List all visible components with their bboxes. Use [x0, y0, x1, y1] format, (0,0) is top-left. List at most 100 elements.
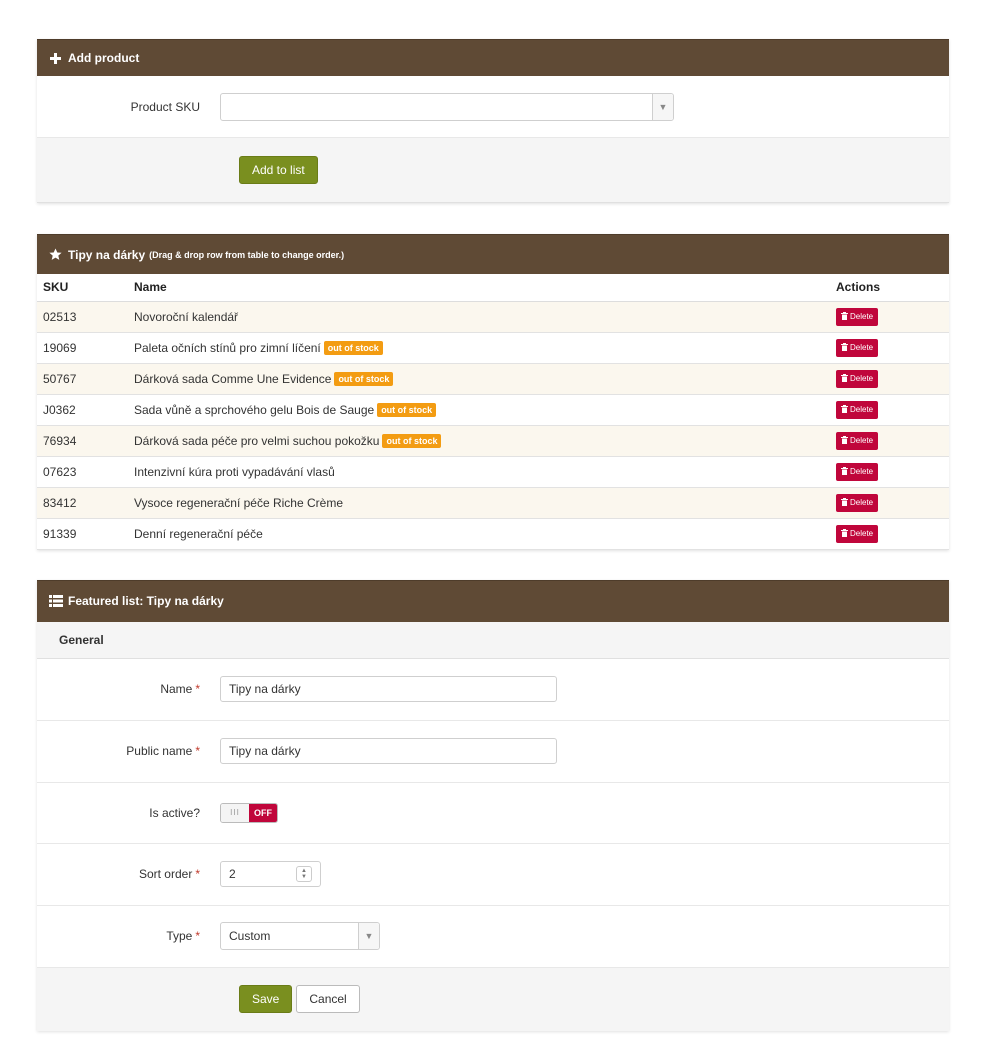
type-select-value: Custom [229, 929, 271, 943]
delete-button[interactable]: Delete [836, 493, 879, 512]
list-subtitle: (Drag & drop row from table to change or… [149, 249, 345, 260]
active-label: Is active? [149, 805, 200, 820]
toggle-off-label: OFF [249, 803, 277, 822]
cancel-button[interactable]: Cancel [296, 985, 360, 1013]
row-name: Sada vůně a sprchového gelu Bois de Saug… [128, 394, 830, 426]
table-row[interactable]: J0362 Sada vůně a sprchového gelu Bois de… [37, 394, 949, 426]
row-actions: Delete [830, 456, 949, 488]
table-row[interactable]: 91339 Denní regenerační péče Delete [37, 518, 949, 550]
active-toggle[interactable]: III OFF [220, 802, 278, 823]
row-name: Dárková sada Comme Une Evidence out of st… [128, 363, 830, 395]
delete-label: Delete [850, 436, 874, 445]
name-label: Name [160, 682, 193, 696]
toggle-on-part: III [221, 803, 249, 822]
public-name-label: Public name [126, 744, 193, 758]
sku-row: Product SKU ▼ [37, 76, 949, 138]
name-row: Name * Tipy na dárky [37, 659, 949, 721]
delete-button[interactable]: Delete [836, 524, 879, 543]
table-row[interactable]: 83412 Vysoce regenerační péče Riche Crème… [37, 487, 949, 519]
trash-icon [841, 342, 850, 353]
row-sku: 91339 [37, 518, 128, 550]
col-name: Name [128, 274, 830, 302]
row-name: Vysoce regenerační péče Riche Crème [128, 487, 830, 519]
row-sku: J0362 [37, 394, 128, 426]
add-product-header: Add product [37, 39, 949, 76]
table-header-row: SKU Name Actions [37, 274, 949, 302]
out-of-stock-badge: out of stock [382, 433, 442, 448]
required-mark: * [195, 867, 200, 881]
featured-header: Featured list: Tipy na dárky [37, 579, 949, 622]
row-actions: Delete [830, 301, 949, 333]
row-actions: Delete [830, 363, 949, 395]
name-field-value: Tipy na dárky [229, 682, 301, 696]
out-of-stock-badge: out of stock [377, 402, 437, 417]
name-field[interactable]: Tipy na dárky [220, 676, 557, 702]
delete-button[interactable]: Delete [836, 400, 879, 419]
sort-label: Sort order [138, 867, 193, 881]
required-mark: * [195, 682, 200, 696]
stepper-arrows-icon[interactable]: ▲ ▼ [296, 866, 312, 882]
row-actions: Delete [830, 487, 949, 519]
add-to-list-button[interactable]: Add to list [239, 156, 318, 184]
type-select[interactable]: Custom ▼ [220, 922, 380, 950]
form-actions-row: Save Cancel [37, 967, 949, 1031]
public-name-field[interactable]: Tipy na dárky [220, 738, 557, 764]
trash-icon [841, 373, 850, 384]
trash-icon [841, 497, 850, 508]
delete-button[interactable]: Delete [836, 462, 879, 481]
row-actions: Delete [830, 518, 949, 550]
delete-label: Delete [850, 343, 874, 352]
delete-button[interactable]: Delete [836, 307, 879, 326]
sort-order-value: 2 [229, 867, 236, 881]
row-sku: 83412 [37, 487, 128, 519]
trash-icon [841, 528, 850, 539]
star-icon [49, 248, 62, 261]
list-title: Tipy na dárky [68, 247, 146, 262]
trash-icon [841, 311, 850, 322]
chevron-down-icon[interactable]: ▼ [358, 923, 379, 949]
col-sku: SKU [37, 274, 128, 302]
public-name-row: Public name * Tipy na dárky [37, 721, 949, 783]
delete-label: Delete [850, 405, 874, 414]
trash-icon [841, 435, 850, 446]
type-row: Type * Custom ▼ [37, 906, 949, 968]
add-actions-row: Add to list [37, 138, 949, 203]
required-mark: * [195, 744, 200, 758]
plus-icon [49, 52, 62, 65]
row-name-text: Dárková sada Comme Une Evidence [134, 371, 332, 386]
table-row[interactable]: 02513 Novoroční kalendář Delete [37, 301, 949, 333]
featured-title: Featured list: Tipy na dárky [68, 594, 224, 608]
save-button[interactable]: Save [239, 985, 293, 1013]
row-sku: 19069 [37, 332, 128, 364]
row-name-text: Intenzivní kúra proti vypadávání vlasů [134, 464, 335, 479]
general-heading: General [59, 632, 104, 647]
delete-button[interactable]: Delete [836, 369, 879, 388]
row-name: Intenzivní kúra proti vypadávání vlasů [128, 456, 830, 488]
row-name-text: Vysoce regenerační péče Riche Crème [134, 495, 343, 510]
products-table: SKU Name Actions 02513 Novoroční kalendář… [37, 274, 949, 550]
row-actions: Delete [830, 394, 949, 426]
row-sku: 50767 [37, 363, 128, 395]
delete-button[interactable]: Delete [836, 338, 879, 357]
row-sku: 76934 [37, 425, 128, 457]
row-name-text: Dárková sada péče pro velmi suchou pokož… [134, 433, 380, 448]
delete-label: Delete [850, 529, 874, 538]
table-row[interactable]: 76934 Dárková sada péče pro velmi suchou … [37, 425, 949, 457]
table-row[interactable]: 07623 Intenzivní kúra proti vypadávání vl… [37, 456, 949, 488]
list-icon [49, 594, 63, 608]
row-sku: 02513 [37, 301, 128, 333]
table-row[interactable]: 50767 Dárková sada Comme Une Evidence out … [37, 363, 949, 395]
delete-label: Delete [850, 374, 874, 383]
trash-icon [841, 466, 850, 477]
sku-select[interactable]: ▼ [220, 92, 674, 121]
featured-panel: Featured list: Tipy na dárky General Nam… [37, 579, 949, 1031]
row-name: Denní regenerační péče [128, 518, 830, 550]
row-name: Novoroční kalendář [128, 301, 830, 333]
list-panel: Tipy na dárky (Drag & drop row from tabl… [37, 234, 949, 550]
sort-order-stepper[interactable]: 2 ▲ ▼ [220, 861, 321, 887]
sort-row: Sort order * 2 ▲ ▼ [37, 844, 949, 906]
chevron-down-icon[interactable]: ▼ [652, 93, 673, 120]
delete-button[interactable]: Delete [836, 431, 879, 450]
row-actions: Delete [830, 332, 949, 364]
table-row[interactable]: 19069 Paleta očních stínů pro zimní líčen… [37, 332, 949, 364]
